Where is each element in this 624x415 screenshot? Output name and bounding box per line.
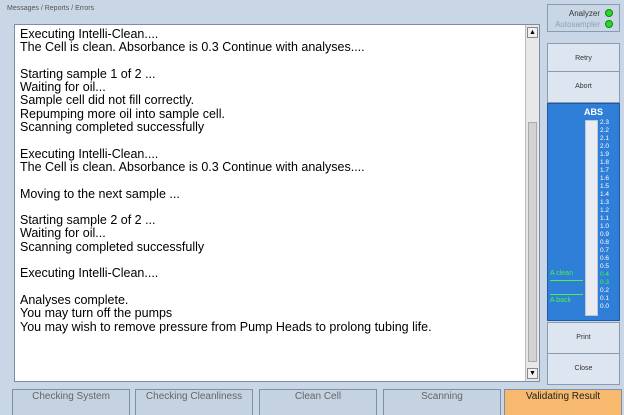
right-control-panel: Analyzer Autosampler Retry Abort ABS 2.3…: [547, 0, 624, 389]
status-indicators: Analyzer Autosampler: [547, 4, 620, 32]
log-line: Waiting for oil...: [20, 226, 106, 241]
log-line: Analyses complete.: [20, 292, 129, 307]
a-back-line: [550, 294, 583, 295]
gauge-tick-label: 1.2: [600, 207, 610, 214]
tab-checking-cleanliness[interactable]: Checking Cleanliness: [135, 389, 253, 415]
print-button[interactable]: Print: [547, 322, 620, 354]
log-line: Repumping more oil into sample cell.: [20, 106, 225, 121]
gauge-tick-label: 2.1: [600, 135, 610, 142]
gauge-tick-label: 0.4: [600, 271, 610, 278]
log-line: Starting sample 1 of 2 ...: [20, 66, 156, 81]
scroll-down-arrow-icon[interactable]: ▼: [527, 368, 538, 379]
gauge-tick-label: 0.5: [600, 263, 610, 270]
messages-panel-title: Messages / Reports / Errors: [7, 5, 95, 12]
a-back-label: A back: [550, 297, 572, 304]
log-line: Sample cell did not fill correctly.: [20, 93, 195, 108]
messages-panel: Messages / Reports / Errors Executing In…: [2, 2, 541, 386]
a-clean-label: A clean: [550, 270, 573, 277]
gauge-tick-label: 2.3: [600, 119, 610, 126]
message-log[interactable]: Executing Intelli-Clean.... The Cell is c…: [14, 24, 540, 382]
log-line: The Cell is clean. Absorbance is 0.3 Con…: [20, 40, 365, 55]
gauge-bar: [585, 120, 598, 316]
gauge-tick-label: 1.8: [600, 159, 610, 166]
gauge-tick-label: 0.3: [600, 279, 610, 286]
gauge-tick-label: 1.0: [600, 223, 610, 230]
tab-validating-result[interactable]: Validating Result: [504, 389, 622, 415]
message-log-text: Executing Intelli-Clean.... The Cell is c…: [20, 27, 516, 334]
log-line: The Cell is clean. Absorbance is 0.3 Con…: [20, 159, 365, 174]
gauge-tick-label: 1.4: [600, 191, 610, 198]
gauge-tick-label: 1.5: [600, 183, 610, 190]
gauge-tick-label: 0.0: [600, 303, 610, 310]
scroll-up-arrow-icon[interactable]: ▲: [527, 27, 538, 38]
gauge-tick-label: 1.7: [600, 167, 610, 174]
tab-checking-system[interactable]: Checking System: [12, 389, 130, 415]
gauge-tick-label: 1.9: [600, 151, 610, 158]
gauge-tick-label: 0.6: [600, 255, 610, 262]
analyzer-status-light-icon: [605, 9, 613, 17]
gauge-tick-label: 0.2: [600, 287, 610, 294]
autosampler-label: Autosampler: [555, 20, 600, 29]
gauge-tick-label: 1.3: [600, 199, 610, 206]
gauge-tick-label: 0.9: [600, 231, 610, 238]
analyzer-label: Analyzer: [568, 9, 600, 18]
absorbance-gauge: ABS 2.3 2.2 2.1 2.0 1.9 1.8 1.7 1.6 1.5 1.4 1.3 1.2…: [547, 103, 620, 321]
abort-button[interactable]: Abort: [547, 71, 620, 103]
log-line: Executing Intelli-Clean....: [20, 266, 159, 281]
a-clean-line: [550, 280, 583, 281]
gauge-tick-label: 0.8: [600, 239, 610, 246]
log-line: Executing Intelli-Clean....: [20, 146, 159, 161]
tab-scanning[interactable]: Scanning: [383, 389, 501, 415]
log-line: Executing Intelli-Clean....: [20, 27, 159, 41]
log-line: Moving to the next sample ...: [20, 186, 180, 201]
autosampler-status-light-icon: [605, 20, 613, 28]
gauge-tick-label: 2.2: [600, 127, 610, 134]
log-line: Scanning completed successfully: [20, 239, 205, 254]
app-window: Messages / Reports / Errors Executing In…: [0, 0, 624, 415]
log-line: You may turn off the pumps: [20, 306, 173, 321]
gauge-tick-label: 0.7: [600, 247, 610, 254]
gauge-tick-label: 1.1: [600, 215, 610, 222]
log-line: Waiting for oil...: [20, 80, 106, 95]
log-line: Starting sample 2 of 2 ...: [20, 213, 156, 228]
scroll-thumb[interactable]: [528, 122, 537, 362]
tab-clean-cell[interactable]: Clean Cell: [259, 389, 377, 415]
log-line: Scanning completed successfully: [20, 120, 205, 135]
gauge-label: ABS: [584, 107, 604, 117]
log-line: You may wish to remove pressure from Pum…: [20, 319, 432, 334]
gauge-tick-label: 2.0: [600, 143, 610, 150]
gauge-tick-label: 0.1: [600, 295, 610, 302]
log-scrollbar[interactable]: ▲ ▼: [525, 25, 539, 381]
workflow-tabs: Checking System Checking Cleanliness Cle…: [12, 389, 622, 415]
gauge-tick-label: 1.6: [600, 175, 610, 182]
close-button[interactable]: Close: [547, 353, 620, 385]
